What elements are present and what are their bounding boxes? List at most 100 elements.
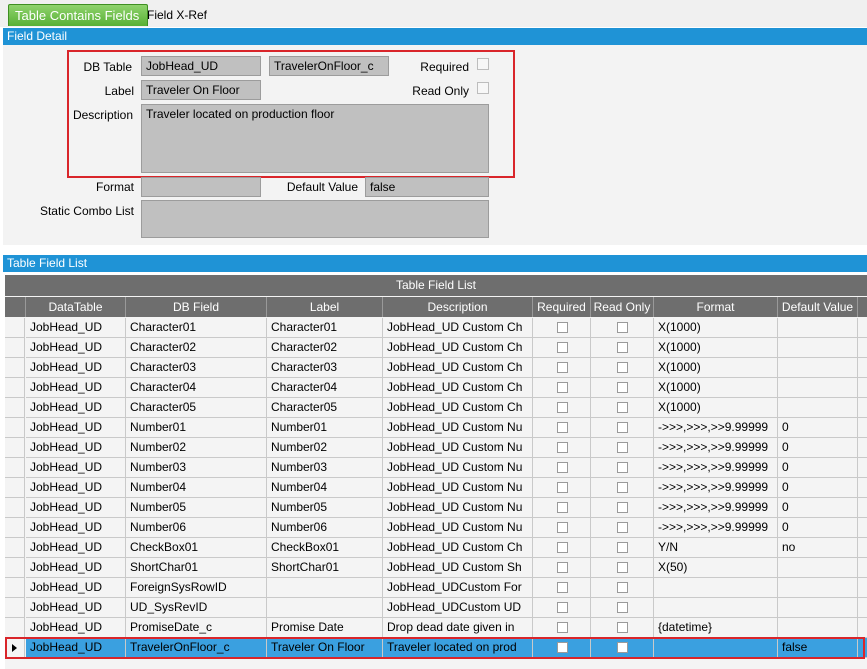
cell-default-value[interactable] (778, 398, 858, 418)
row-selector[interactable] (5, 578, 25, 598)
read-only-checkbox[interactable] (617, 582, 628, 593)
cell-format[interactable]: ->>>,>>>,>>9.99999 (654, 478, 778, 498)
cell-description[interactable]: JobHead_UD Custom Ch (383, 538, 533, 558)
cell-datatable[interactable]: JobHead_UD (26, 378, 126, 398)
cell-default-value[interactable] (778, 318, 858, 338)
required-checkbox[interactable] (557, 462, 568, 473)
cell-format[interactable] (654, 598, 778, 618)
cell-db-field[interactable]: ForeignSysRowID (126, 578, 267, 598)
table-row[interactable]: JobHead_UD Character03 Character03 JobHead_… (5, 358, 867, 378)
table-row[interactable]: JobHead_UD Character01 Character01 JobHead_… (5, 318, 867, 338)
row-selector[interactable] (5, 378, 25, 398)
cell-datatable[interactable]: JobHead_UD (26, 398, 126, 418)
read-only-checkbox[interactable] (617, 382, 628, 393)
required-checkbox[interactable] (557, 422, 568, 433)
read-only-checkbox[interactable] (617, 422, 628, 433)
cell-description[interactable]: JobHead_UD Custom Nu (383, 418, 533, 438)
cell-default-value[interactable] (778, 378, 858, 398)
cell-format[interactable]: Y/N (654, 538, 778, 558)
cell-db-field[interactable]: PromiseDate_c (126, 618, 267, 638)
cell-label[interactable]: Number05 (267, 498, 383, 518)
required-checkbox[interactable] (557, 442, 568, 453)
table-row[interactable]: JobHead_UD ShortChar01 ShortChar01 JobHead_… (5, 558, 867, 578)
cell-default-value[interactable] (778, 358, 858, 378)
cell-description[interactable]: JobHead_UD Custom Nu (383, 498, 533, 518)
column-header-db-field[interactable]: DB Field (126, 297, 267, 317)
cell-label[interactable]: Number02 (267, 438, 383, 458)
cell-description[interactable]: JobHead_UD Custom Nu (383, 518, 533, 538)
cell-format[interactable]: X(1000) (654, 338, 778, 358)
required-checkbox[interactable] (557, 322, 568, 333)
cell-default-value[interactable] (778, 558, 858, 578)
read-only-checkbox[interactable] (617, 362, 628, 373)
cell-format[interactable]: X(1000) (654, 318, 778, 338)
cell-default-value[interactable]: 0 (778, 438, 858, 458)
row-selector[interactable] (5, 478, 25, 498)
table-row[interactable]: JobHead_UD CheckBox01 CheckBox01 JobHead_UD… (5, 538, 867, 558)
required-checkbox[interactable] (557, 502, 568, 513)
read-only-checkbox[interactable] (617, 622, 628, 633)
cell-label[interactable]: Character05 (267, 398, 383, 418)
read-only-checkbox[interactable] (617, 522, 628, 533)
cell-format[interactable]: ->>>,>>>,>>9.99999 (654, 458, 778, 478)
cell-label[interactable]: Promise Date (267, 618, 383, 638)
cell-db-field[interactable]: ShortChar01 (126, 558, 267, 578)
cell-description[interactable]: JobHead_UD Custom Ch (383, 378, 533, 398)
row-selector[interactable] (5, 358, 25, 378)
cell-label[interactable]: Character02 (267, 338, 383, 358)
cell-label[interactable]: CheckBox01 (267, 538, 383, 558)
cell-default-value[interactable]: 0 (778, 478, 858, 498)
cell-datatable[interactable]: JobHead_UD (26, 478, 126, 498)
table-row[interactable]: JobHead_UD PromiseDate_c Promise Date Drop … (5, 618, 867, 638)
table-row[interactable]: JobHead_UD UD_SysRevID JobHead_UDCustom UD (5, 598, 867, 618)
cell-datatable[interactable]: JobHead_UD (26, 598, 126, 618)
table-row[interactable]: JobHead_UD Number06 Number06 JobHead_UD Cus… (5, 518, 867, 538)
row-selector[interactable] (5, 518, 25, 538)
required-checkbox[interactable] (557, 582, 568, 593)
cell-description[interactable]: JobHead_UDCustom For (383, 578, 533, 598)
cell-datatable[interactable]: JobHead_UD (26, 318, 126, 338)
read-only-checkbox[interactable] (617, 502, 628, 513)
cell-db-field[interactable]: Character01 (126, 318, 267, 338)
table-row[interactable]: JobHead_UD Number05 Number05 JobHead_UD Cus… (5, 498, 867, 518)
cell-description[interactable]: Drop dead date given in (383, 618, 533, 638)
row-selector[interactable] (5, 318, 25, 338)
table-row[interactable]: JobHead_UD Character05 Character05 JobHead_… (5, 398, 867, 418)
default-value-field[interactable]: false (365, 177, 489, 197)
read-only-checkbox[interactable] (617, 602, 628, 613)
read-only-checkbox[interactable] (617, 322, 628, 333)
cell-db-field[interactable]: Number05 (126, 498, 267, 518)
cell-description[interactable]: JobHead_UD Custom Ch (383, 358, 533, 378)
table-row[interactable]: JobHead_UD Character02 Character02 JobHead_… (5, 338, 867, 358)
row-selector[interactable] (5, 598, 25, 618)
cell-datatable[interactable]: JobHead_UD (26, 558, 126, 578)
cell-db-field[interactable]: UD_SysRevID (126, 598, 267, 618)
cell-datatable[interactable]: JobHead_UD (26, 618, 126, 638)
cell-description[interactable]: JobHead_UD Custom Ch (383, 398, 533, 418)
table-row[interactable]: JobHead_UD Number03 Number03 JobHead_UD Cus… (5, 458, 867, 478)
cell-db-field[interactable]: Character02 (126, 338, 267, 358)
required-checkbox[interactable] (557, 482, 568, 493)
cell-format[interactable]: {datetime} (654, 618, 778, 638)
cell-label[interactable]: Number06 (267, 518, 383, 538)
cell-db-field[interactable]: CheckBox01 (126, 538, 267, 558)
cell-default-value[interactable] (778, 578, 858, 598)
row-selector[interactable] (5, 458, 25, 478)
read-only-checkbox[interactable] (617, 542, 628, 553)
required-checkbox[interactable] (557, 562, 568, 573)
table-row[interactable]: JobHead_UD ForeignSysRowID JobHead_UDCusto… (5, 578, 867, 598)
table-row[interactable]: JobHead_UD Number04 Number04 JobHead_UD Cus… (5, 478, 867, 498)
read-only-checkbox[interactable] (617, 482, 628, 493)
cell-format[interactable] (654, 578, 778, 598)
column-header-datatable[interactable]: DataTable (26, 297, 126, 317)
cell-default-value[interactable]: 0 (778, 458, 858, 478)
row-selector[interactable] (5, 558, 25, 578)
required-checkbox[interactable] (557, 382, 568, 393)
cell-label[interactable]: Number03 (267, 458, 383, 478)
column-header-default-value[interactable]: Default Value (778, 297, 858, 317)
column-header-read-only[interactable]: Read Only (591, 297, 654, 317)
required-checkbox[interactable] (557, 602, 568, 613)
column-header-description[interactable]: Description (383, 297, 533, 317)
cell-description[interactable]: JobHead_UD Custom Ch (383, 338, 533, 358)
tab-field-x-ref[interactable]: Field X-Ref (141, 3, 213, 27)
